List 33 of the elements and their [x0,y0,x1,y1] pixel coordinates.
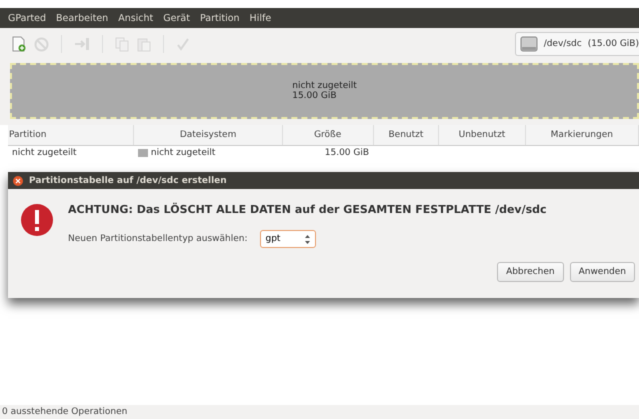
new-document-icon[interactable] [12,36,26,52]
column-header[interactable]: Größe [282,125,374,146]
dialog-button[interactable]: Anwenden [570,262,635,282]
warning-text: ACHTUNG: Das LÖSCHT ALLE DATEN auf der GESAMTEN FESTPLATTE /dev/sdc [68,203,547,216]
column-header[interactable]: Unbenutzt [438,125,526,146]
unallocated-partition-block[interactable]: nicht zugeteilt 15.00 GiB [10,63,639,119]
column-header[interactable]: Benutzt [373,125,439,146]
column-header[interactable]: Dateisystem [134,125,282,146]
table-cell: nicht zugeteilt [8,146,134,160]
device-selector[interactable]: /dev/sdc (15.00 GiB) [514,32,639,56]
field-label: Neuen Partitionstabellentyp auswählen: [68,234,248,244]
menu-item[interactable]: Bearbeiten [52,12,112,24]
table-cell: 15.00 GiB [282,146,374,160]
column-header[interactable]: Partition [8,125,134,146]
warning-icon [20,203,54,237]
menu-item[interactable]: Gerät [159,12,194,24]
menu-item[interactable]: GParted [4,12,50,24]
device-size: (15.00 GiB) [588,39,639,49]
device-name: /dev/sdc [544,39,582,49]
close-icon[interactable] [13,176,23,186]
spinner-arrows-icon [304,234,310,244]
menu-item[interactable]: Hilfe [246,12,276,24]
partition-size: 15.00 GiB [292,91,337,101]
filesystem-color-swatch [138,148,148,157]
dialog-title: Partitionstabelle auf /dev/sdc erstellen [29,176,227,186]
column-header[interactable]: Markierungen [525,125,638,146]
menu-item[interactable]: Partition [196,12,244,24]
dialog-button[interactable]: Abbrechen [497,262,564,282]
partition-label: nicht zugeteilt [292,81,357,91]
partition-table-type-select[interactable]: gpt [260,230,316,248]
status-bar: 0 ausstehende Operationen [0,405,639,419]
menu-item[interactable]: Ansicht [114,12,158,24]
table-cell: nicht zugeteilt [150,148,216,158]
